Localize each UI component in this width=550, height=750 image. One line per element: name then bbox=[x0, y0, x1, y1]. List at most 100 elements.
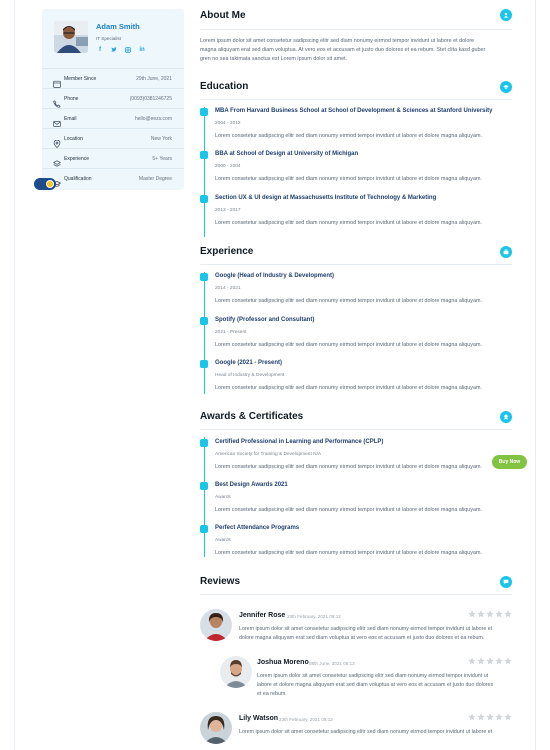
item-title: Section UX & UI design at Massachusetts … bbox=[215, 195, 437, 201]
review-line: et ea rebum. bbox=[257, 691, 287, 697]
twitter-icon[interactable] bbox=[111, 47, 117, 53]
timeline-dot bbox=[200, 151, 208, 159]
profile-name: Adam Smith bbox=[96, 22, 140, 31]
item-date: 2021 - Present bbox=[215, 330, 247, 335]
item-description: Lorem consetetur sadipscing elitr sed di… bbox=[215, 550, 482, 556]
reviewer-avatar bbox=[200, 609, 232, 641]
timeline-dot bbox=[200, 482, 208, 490]
item-description: Lorem consetetur sadipscing elitr sed di… bbox=[215, 507, 482, 513]
item-description: Lorem consetetur sadipscing elitr sed di… bbox=[215, 342, 482, 348]
detail-value: 29th June, 2021 bbox=[136, 76, 172, 82]
about-title: About Me bbox=[200, 10, 246, 21]
rating-stars bbox=[468, 713, 512, 721]
timeline-dot bbox=[200, 273, 208, 281]
item-subtitle: Awards bbox=[215, 495, 231, 500]
detail-label: Location bbox=[64, 136, 83, 142]
detail-label: Experience bbox=[64, 156, 90, 162]
star-icon bbox=[468, 713, 476, 721]
divider bbox=[200, 429, 512, 430]
timeline-dot bbox=[200, 439, 208, 447]
item-title: Spotify (Professor and Consultant) bbox=[215, 317, 315, 323]
phone-icon bbox=[53, 95, 61, 108]
star-icon bbox=[477, 713, 485, 721]
item-title: Google (Head of Industry & Development) bbox=[215, 273, 335, 279]
experience-title: Experience bbox=[200, 246, 254, 257]
star-icon bbox=[468, 610, 476, 618]
star-icon bbox=[486, 657, 494, 665]
star-icon bbox=[495, 610, 503, 618]
profile-sidebar: Adam Smith IT Specialist f in Member Sin… bbox=[42, 9, 184, 190]
star-icon bbox=[477, 657, 485, 665]
review-line: labore et dolore magna aliquyam erat sed… bbox=[257, 682, 494, 688]
item-description: Lorem consetetur sadipscing elitr sed di… bbox=[215, 464, 482, 470]
star-icon bbox=[504, 713, 512, 721]
review-text: Lorem ipsum dolor sit amet consetetur sa… bbox=[239, 625, 492, 643]
item-date: 2000 - 2004 bbox=[215, 164, 241, 169]
instagram-icon[interactable] bbox=[125, 47, 131, 53]
awards-timeline bbox=[204, 437, 205, 557]
location-icon bbox=[53, 135, 61, 149]
item-title: Certified Professional in Learning and P… bbox=[215, 439, 384, 445]
reviews-title: Reviews bbox=[200, 576, 241, 587]
item-date: 2014 - 2021 bbox=[215, 286, 241, 291]
buy-now-button[interactable]: Buy Now bbox=[492, 455, 527, 469]
timeline-dot bbox=[200, 525, 208, 533]
timeline-dot bbox=[200, 317, 208, 325]
star-icon bbox=[468, 657, 476, 665]
review-line: Lorem ipsum dolor sit amet consetetur sa… bbox=[239, 626, 493, 632]
about-text: Lorem ipsum dolor sit amet consetetur sa… bbox=[200, 37, 512, 64]
graduation-cap-icon bbox=[500, 81, 512, 93]
item-subtitle: Awards bbox=[215, 538, 231, 543]
detail-row-location: Location New York bbox=[42, 128, 184, 149]
review-text: Lorem ipsum dolor sit amet consetetur sa… bbox=[239, 728, 492, 737]
awards-title: Awards & Certificates bbox=[200, 411, 304, 422]
education-timeline bbox=[204, 107, 205, 237]
layers-icon bbox=[52, 155, 62, 167]
detail-label: Qualification bbox=[64, 176, 92, 182]
detail-value: hello@eezs.com bbox=[134, 116, 172, 122]
item-title: BBA at School of Design at University of… bbox=[215, 151, 359, 157]
user-icon bbox=[500, 9, 512, 21]
detail-label: Email bbox=[64, 116, 77, 122]
detail-row-phone: Phone (0093)0381246725 bbox=[42, 88, 184, 108]
briefcase-icon bbox=[500, 246, 512, 258]
rating-stars bbox=[468, 610, 512, 618]
detail-row-qualification: Qualification Master Degree bbox=[42, 168, 184, 188]
star-icon bbox=[504, 610, 512, 618]
detail-value: Master Degree bbox=[138, 176, 172, 182]
reviewer-name: Joshua Moreno bbox=[257, 659, 309, 666]
item-description: Lorem consetetur sadipscing elitr sed di… bbox=[215, 298, 482, 304]
toggle-knob bbox=[46, 180, 54, 188]
avatar bbox=[54, 21, 88, 53]
item-subtitle: Head of Industry & Development bbox=[215, 373, 285, 378]
item-title: Google (2021 - Present) bbox=[215, 360, 283, 366]
divider bbox=[200, 99, 512, 100]
social-links: f in bbox=[97, 47, 145, 53]
rating-stars bbox=[468, 657, 512, 665]
star-icon bbox=[504, 657, 512, 665]
item-description: Lorem consetetur sadipscing elitr sed di… bbox=[215, 133, 482, 139]
experience-timeline bbox=[204, 272, 205, 394]
divider bbox=[200, 29, 512, 30]
about-line: Lorem ipsum dolor sit amet consetetur sa… bbox=[200, 38, 475, 44]
detail-value: 5+ Years bbox=[152, 156, 172, 162]
review-date: 23th February, 2021 09:12 bbox=[287, 614, 341, 619]
page-border-left bbox=[14, 0, 15, 750]
facebook-icon[interactable]: f bbox=[97, 47, 103, 53]
item-description: Lorem consetetur sadipscing elitr sed di… bbox=[215, 385, 482, 391]
detail-value: (0093)0381246725 bbox=[129, 96, 172, 102]
review-line: Lorem ipsum dolor sit amet consetetur sa… bbox=[257, 673, 489, 679]
detail-row-member-since: Member Since 29th June, 2021 bbox=[42, 68, 184, 88]
theme-toggle[interactable] bbox=[34, 178, 56, 190]
star-icon bbox=[486, 610, 494, 618]
review-date: 23th February, 2021 09:12 bbox=[279, 717, 333, 722]
review-line: Lorem ipsum dolor sit amet consetetur sa… bbox=[239, 729, 493, 735]
reviewer-name: Jennifer Rose bbox=[239, 612, 286, 619]
item-title: MBA From Harvard Business School at Scho… bbox=[215, 108, 493, 114]
detail-label: Phone bbox=[64, 96, 79, 102]
divider bbox=[200, 594, 512, 595]
linkedin-icon[interactable]: in bbox=[139, 47, 145, 53]
divider bbox=[200, 264, 512, 265]
chat-icon bbox=[500, 576, 512, 588]
education-title: Education bbox=[200, 81, 249, 92]
